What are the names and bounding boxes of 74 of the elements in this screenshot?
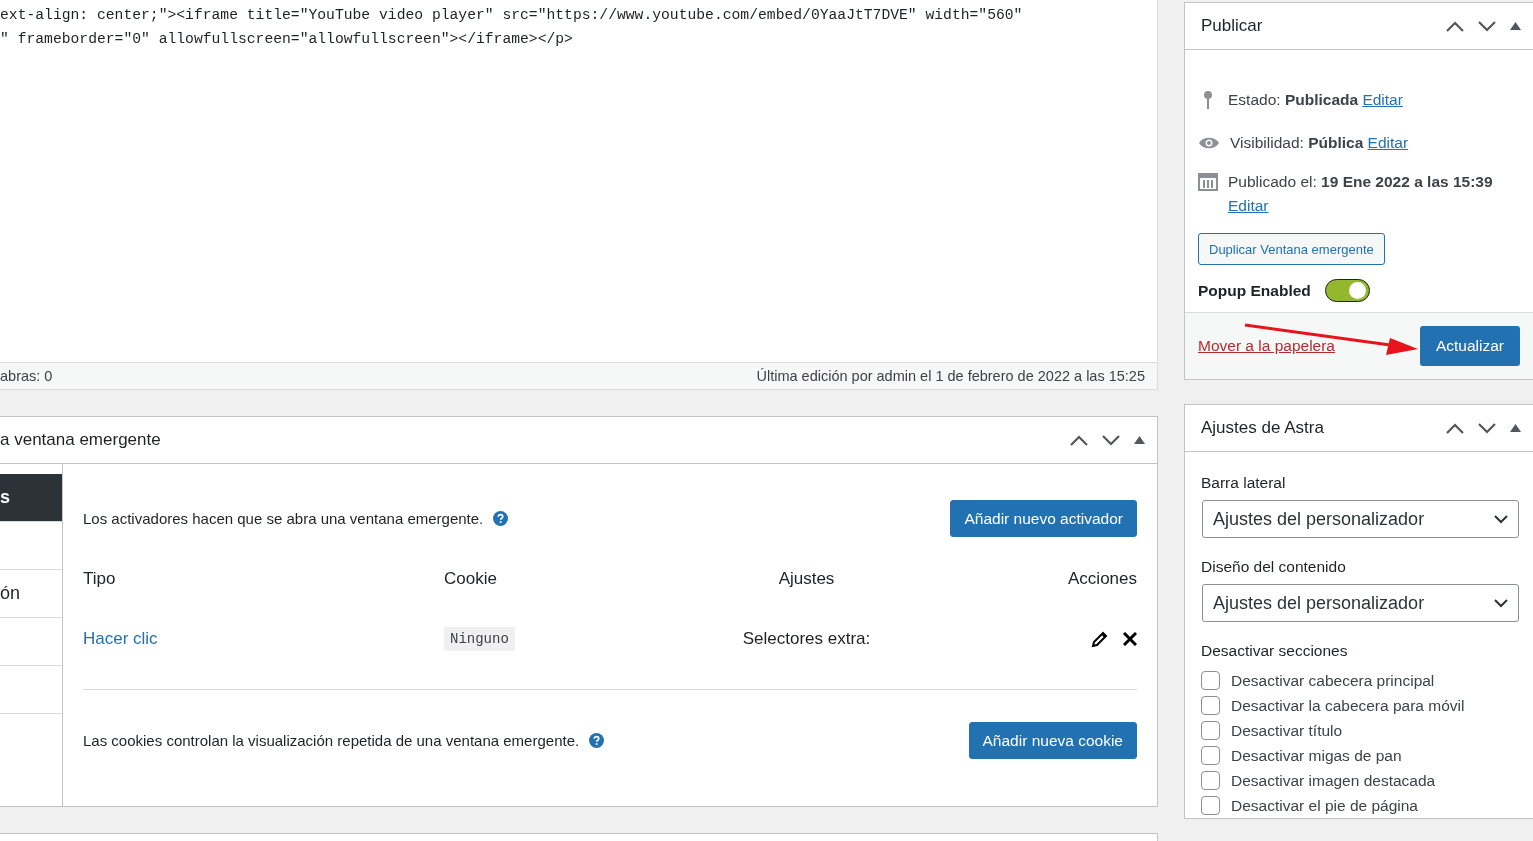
checkbox[interactable] (1201, 746, 1220, 765)
edit-link[interactable]: Editar (1362, 90, 1403, 108)
collapse-triangle-icon (1510, 22, 1521, 30)
column-header: Tipo (83, 568, 117, 590)
checkbox-label: Desactivar la cabecera para móvil (1231, 696, 1465, 715)
move-up-button[interactable] (1446, 422, 1464, 434)
triggers-description: Los activadores hacen que se abra una ventana emergente. (83, 510, 484, 527)
duplicate-button[interactable]: Duplicar Ventana emergente (1198, 233, 1385, 265)
update-button[interactable]: Actualizar (1419, 326, 1520, 366)
trash-link[interactable]: Mover a la papelera (1198, 337, 1335, 355)
panel-title: Ajustes de Astra (1201, 418, 1324, 438)
checkbox-label: Desactivar migas de pan (1231, 746, 1402, 765)
move-up-icon (1070, 434, 1088, 446)
move-down-button[interactable] (1478, 422, 1496, 434)
published-date-text: Publicado el: 19 Ene 2022 a las 15:39 Editar (1228, 172, 1494, 216)
popup-enabled-toggle[interactable] (1324, 279, 1370, 302)
add-cookie-button[interactable]: Añadir nueva cookie (968, 722, 1137, 759)
checkbox-label: Desactivar título (1231, 721, 1343, 740)
field-label: Barra lateral (1201, 474, 1287, 492)
collapse-button[interactable] (1510, 22, 1521, 30)
move-down-button[interactable] (1102, 434, 1120, 446)
eye-icon (1198, 135, 1220, 150)
checkbox-label: Desactivar cabecera principal (1231, 671, 1435, 690)
checkbox-label: Desactivar imagen destacada (1231, 771, 1436, 790)
add-trigger-button[interactable]: Añadir nuevo activador (950, 500, 1137, 537)
column-header: Acciones (1067, 568, 1137, 590)
panel-title: a ventana emergente (0, 430, 161, 450)
cookie-value: Ninguno (444, 627, 515, 651)
checkbox[interactable] (1201, 671, 1220, 690)
move-up-icon (1446, 422, 1464, 434)
code-line: ext-align: center;"><iframe title="YouTube video player" src="https://www.youtube.com/embed/0YaaJtT7DVE" width="560" (0, 6, 1024, 25)
collapse-button[interactable] (1134, 436, 1145, 444)
status-text: Estado: Publicada Editar (1228, 90, 1403, 109)
delete-icon[interactable] (1123, 632, 1137, 646)
collapse-triangle-icon (1134, 436, 1145, 444)
collapse-button[interactable] (1510, 424, 1521, 432)
calendar-icon (1198, 171, 1218, 191)
move-up-button[interactable] (1446, 20, 1464, 32)
collapse-triangle-icon (1510, 424, 1521, 432)
checkbox[interactable] (1201, 696, 1220, 715)
help-icon[interactable] (493, 511, 509, 526)
chevron-down-icon (1494, 514, 1508, 524)
help-icon[interactable] (589, 733, 605, 748)
checkbox-label: Desactivar el pie de página (1231, 796, 1418, 815)
settings-text: Selectores extra: (742, 629, 871, 649)
column-header: Cookie (444, 568, 498, 590)
panel-title: Publicar (1201, 16, 1263, 36)
edit-pencil-icon[interactable] (1091, 630, 1109, 648)
move-up-icon (1446, 20, 1464, 32)
move-down-icon (1478, 422, 1496, 434)
move-down-icon (1478, 20, 1496, 32)
layout-select[interactable]: Ajustes del personalizador (1202, 584, 1519, 622)
field-label: Desactivar secciones (1201, 642, 1349, 660)
move-up-button[interactable] (1070, 434, 1088, 446)
trigger-type-link[interactable]: Hacer clic (83, 629, 158, 649)
checkbox[interactable] (1201, 721, 1220, 740)
move-down-icon (1102, 434, 1120, 446)
sidebar-select[interactable]: Ajustes del personalizador (1202, 500, 1519, 538)
checkbox[interactable] (1201, 796, 1220, 815)
code-editor[interactable]: ext-align: center;"><iframe title="YouTube video player" src="https://www.youtube.com/embed/0YaaJtT7DVE" width="560" " frameborder="0" allowfullscreen="allowfullscreen"></iframe></p> (0, 0, 1158, 362)
edit-link[interactable]: Editar (1228, 197, 1269, 214)
move-down-button[interactable] (1478, 20, 1496, 32)
settings-tab[interactable]: s (0, 474, 62, 522)
word-count: abras: 0 (0, 368, 53, 384)
column-header: Ajustes (777, 568, 836, 590)
cookies-description: Las cookies controlan la visualización repetida de una ventana emergente. (83, 732, 580, 749)
chevron-down-icon (1494, 598, 1508, 608)
code-line: " frameborder="0" allowfullscreen="allowfullscreen"></iframe></p> (0, 30, 574, 49)
last-edit-text: Última edición por admin el 1 de febrero de 2022 a las 15:25 (756, 368, 1145, 384)
field-label: Diseño del contenido (1201, 558, 1347, 576)
visibility-text: Visibilidad: Pública Editar (1230, 133, 1409, 152)
checkbox[interactable] (1201, 771, 1220, 790)
edit-link[interactable]: Editar (1367, 133, 1409, 151)
popup-enabled-label: Popup Enabled (1198, 281, 1311, 300)
